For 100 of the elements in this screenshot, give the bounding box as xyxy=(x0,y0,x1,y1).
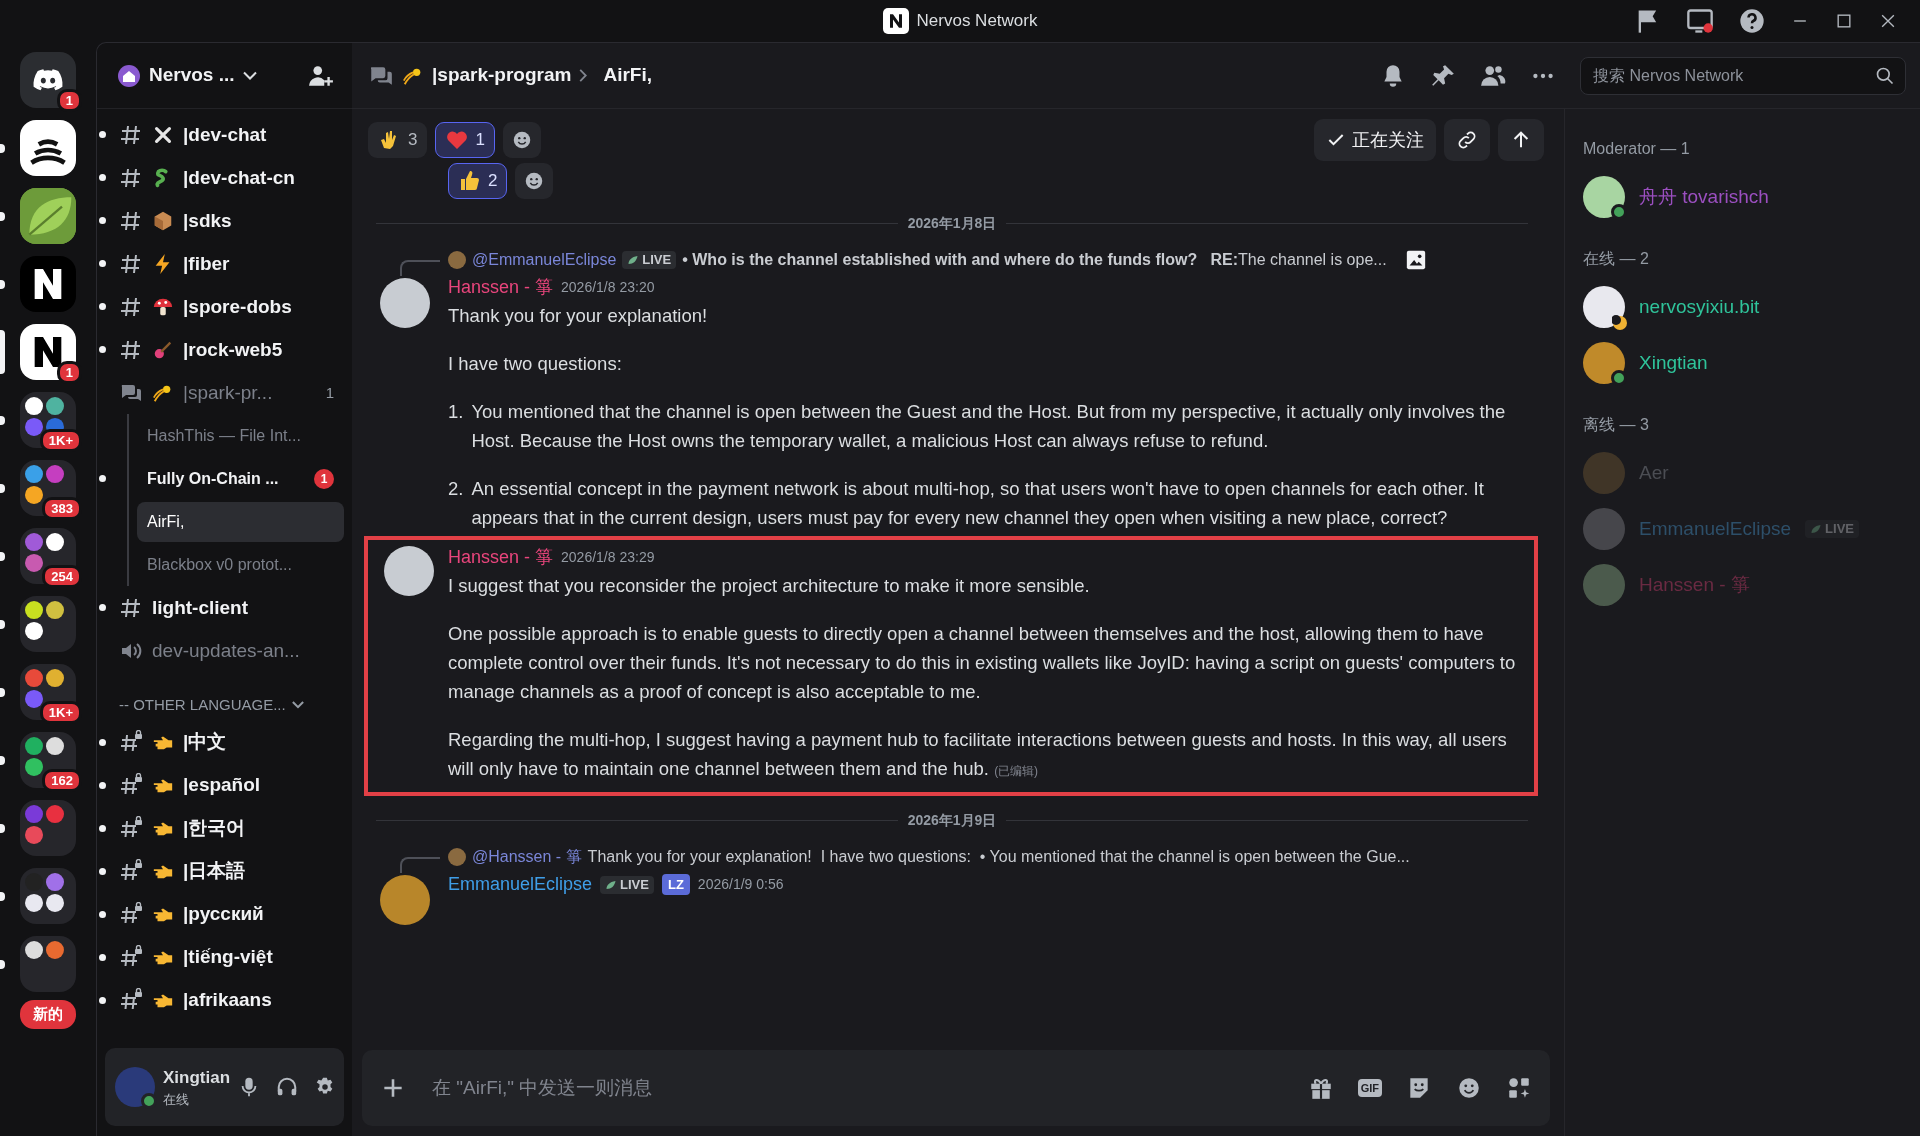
thread-item[interactable]: AirFi, xyxy=(137,501,344,542)
server-item[interactable]: 1 xyxy=(0,318,96,386)
channel-item[interactable]: |rock-web5 xyxy=(109,329,344,370)
unread-indicator xyxy=(0,279,5,289)
reaction-button[interactable]: 1 xyxy=(435,122,495,158)
server-folder[interactable]: 383 xyxy=(0,454,96,522)
server-icons-drawing xyxy=(25,873,64,912)
channel-item[interactable]: |afrikaans xyxy=(109,980,344,1020)
server-folder[interactable]: 162 xyxy=(0,726,96,794)
reply-preview[interactable]: • Who is the channel established with and where do the funds flow? RE:The channel is ope... xyxy=(682,248,1387,272)
channel-item[interactable]: light-client xyxy=(109,587,344,628)
scroll-up-button[interactable] xyxy=(1498,119,1544,161)
unread-indicator xyxy=(0,959,5,969)
date-divider: 2026年1月9日 xyxy=(907,811,997,830)
channel-item[interactable]: |spark-pr... 1 xyxy=(109,372,344,413)
member-name: EmmanuelEclipse xyxy=(1639,516,1792,541)
unread-badge: 1 xyxy=(56,89,82,112)
reply-mention[interactable]: @EmmanuelEclipse xyxy=(472,248,617,272)
member-group-header: 在线 — 2 xyxy=(1583,249,1650,269)
server-icons-drawing xyxy=(25,397,64,436)
message-text: I have two questions: xyxy=(448,352,623,376)
user-avatar[interactable] xyxy=(384,546,434,596)
channel-item[interactable]: |spore-dobs xyxy=(109,286,344,327)
author-name[interactable]: EmmanuelEclipse xyxy=(448,871,593,898)
author-name[interactable]: Hanssen - 箏 xyxy=(448,544,554,571)
add-reaction-button[interactable] xyxy=(502,122,541,158)
channel-item[interactable]: dev-updates-an... xyxy=(109,630,344,671)
channel-item[interactable]: |日本語 xyxy=(109,851,344,891)
unread-indicator xyxy=(0,483,5,493)
channel-item[interactable]: |tiếng-việt xyxy=(109,937,344,977)
user-avatar[interactable] xyxy=(380,278,430,328)
reply-connector xyxy=(400,857,440,873)
channel-item[interactable]: |中文 xyxy=(109,722,344,762)
unread-badge: 1K+ xyxy=(39,429,82,452)
help-icon[interactable] xyxy=(1738,7,1766,35)
search-field[interactable]: 搜索 Nervos Network xyxy=(1580,56,1906,95)
server-folder[interactable]: 1K+ xyxy=(0,658,96,726)
channel-item[interactable]: |русский xyxy=(109,894,344,934)
user-avatar[interactable] xyxy=(115,1067,155,1107)
new-messages-badge[interactable]: 新的 xyxy=(20,1000,76,1029)
channel-item[interactable]: |español xyxy=(109,765,344,805)
unread-indicator xyxy=(0,619,5,629)
add-reaction-button[interactable] xyxy=(515,163,554,199)
unread-indicator xyxy=(0,891,5,901)
leaf-icon xyxy=(1810,523,1823,535)
leaf-icon xyxy=(605,878,618,891)
follow-button[interactable]: 正在关注 xyxy=(1314,119,1436,161)
home-button[interactable]: 1 xyxy=(0,46,96,114)
member-item[interactable]: nervosyixiu.bit xyxy=(1583,279,1904,335)
author-name[interactable]: Hanssen - 箏 xyxy=(448,274,554,301)
emoji-icon[interactable] xyxy=(1456,1075,1482,1101)
unread-badge: 254 xyxy=(42,565,82,588)
message-text: One possible approach is to enable guests to directly open a channel between themselves and the host, allowing them to have complete control over their funds. It's not necessary to do this in existing wallets like JoyID: having a script on guests' computers to manage channels as a proof of concept is also acceptable to me. xyxy=(448,622,1517,704)
thread-item[interactable]: Blackbox v0 protot... xyxy=(137,544,344,585)
server-icons-drawing xyxy=(25,941,64,959)
search-input[interactable]: 搜索 Nervos Network xyxy=(1591,62,1861,89)
channel-item[interactable]: |dev-chat-cn xyxy=(109,157,344,198)
server-icons-drawing xyxy=(25,805,64,844)
reaction-button[interactable]: 2 xyxy=(448,163,508,199)
category-header[interactable]: -- OTHER LANGUAGE... xyxy=(119,694,304,717)
channel-item[interactable]: |한국어 xyxy=(109,808,344,848)
unread-indicator xyxy=(0,755,5,765)
server-folder[interactable]: 254 xyxy=(0,522,96,590)
server-home-icon xyxy=(117,63,141,88)
user-avatar[interactable] xyxy=(380,875,430,925)
reply-mention[interactable]: @Hanssen - 箏 xyxy=(472,845,582,869)
reply-preview[interactable]: Thank you for your explanation! I have two questions: • You mentioned that the channel is open between the Gue... xyxy=(587,845,1410,869)
server-icons-drawing xyxy=(25,737,64,776)
thumbs-up-icon xyxy=(458,169,482,193)
unread-badge: 162 xyxy=(42,769,82,792)
screen-icon[interactable] xyxy=(1686,7,1714,35)
reaction-button[interactable]: 3 xyxy=(368,122,428,158)
member-name: Xingtian xyxy=(1639,350,1708,375)
gif-button[interactable]: GIF xyxy=(1357,1079,1382,1097)
thread-item[interactable]: Fully On-Chain ... 1 xyxy=(137,458,344,499)
channel-item[interactable]: |sdks xyxy=(109,200,344,241)
apps-icon[interactable] xyxy=(1506,1075,1532,1101)
server-name-menu[interactable]: Nervos ... xyxy=(149,61,257,90)
user-status: 在线 xyxy=(163,1091,190,1109)
locked-hash-icon xyxy=(119,988,143,1012)
user-name: Xingtian xyxy=(163,1066,231,1089)
search-icon xyxy=(1875,65,1895,86)
server-folder[interactable]: 1K+ xyxy=(0,386,96,454)
idle-moon-icon xyxy=(1612,315,1628,331)
timestamp: 2026/1/8 23:20 xyxy=(561,278,655,297)
copy-link-button[interactable] xyxy=(1444,119,1490,161)
headphones-icon[interactable] xyxy=(276,1076,299,1098)
channel-item[interactable]: |dev-chat xyxy=(109,114,344,155)
channel-name[interactable]: |spark-program xyxy=(432,61,572,90)
locked-hash-icon xyxy=(119,730,143,754)
thread-item[interactable]: HashThis — File Int... xyxy=(137,415,344,456)
app-logo xyxy=(882,8,909,34)
member-item[interactable]: Xingtian xyxy=(1583,335,1904,391)
member-item[interactable]: 舟舟 tovarishch xyxy=(1583,169,1904,225)
message-composer[interactable]: 在 "AirFi," 中发送一则消息 GIF xyxy=(362,1050,1550,1126)
unread-indicator xyxy=(0,551,5,561)
chevron-down-icon xyxy=(242,70,257,81)
channel-item[interactable]: |fiber xyxy=(109,243,344,284)
message-input[interactable]: 在 "AirFi," 中发送一则消息 xyxy=(430,1072,1284,1104)
unread-indicator xyxy=(0,687,5,697)
